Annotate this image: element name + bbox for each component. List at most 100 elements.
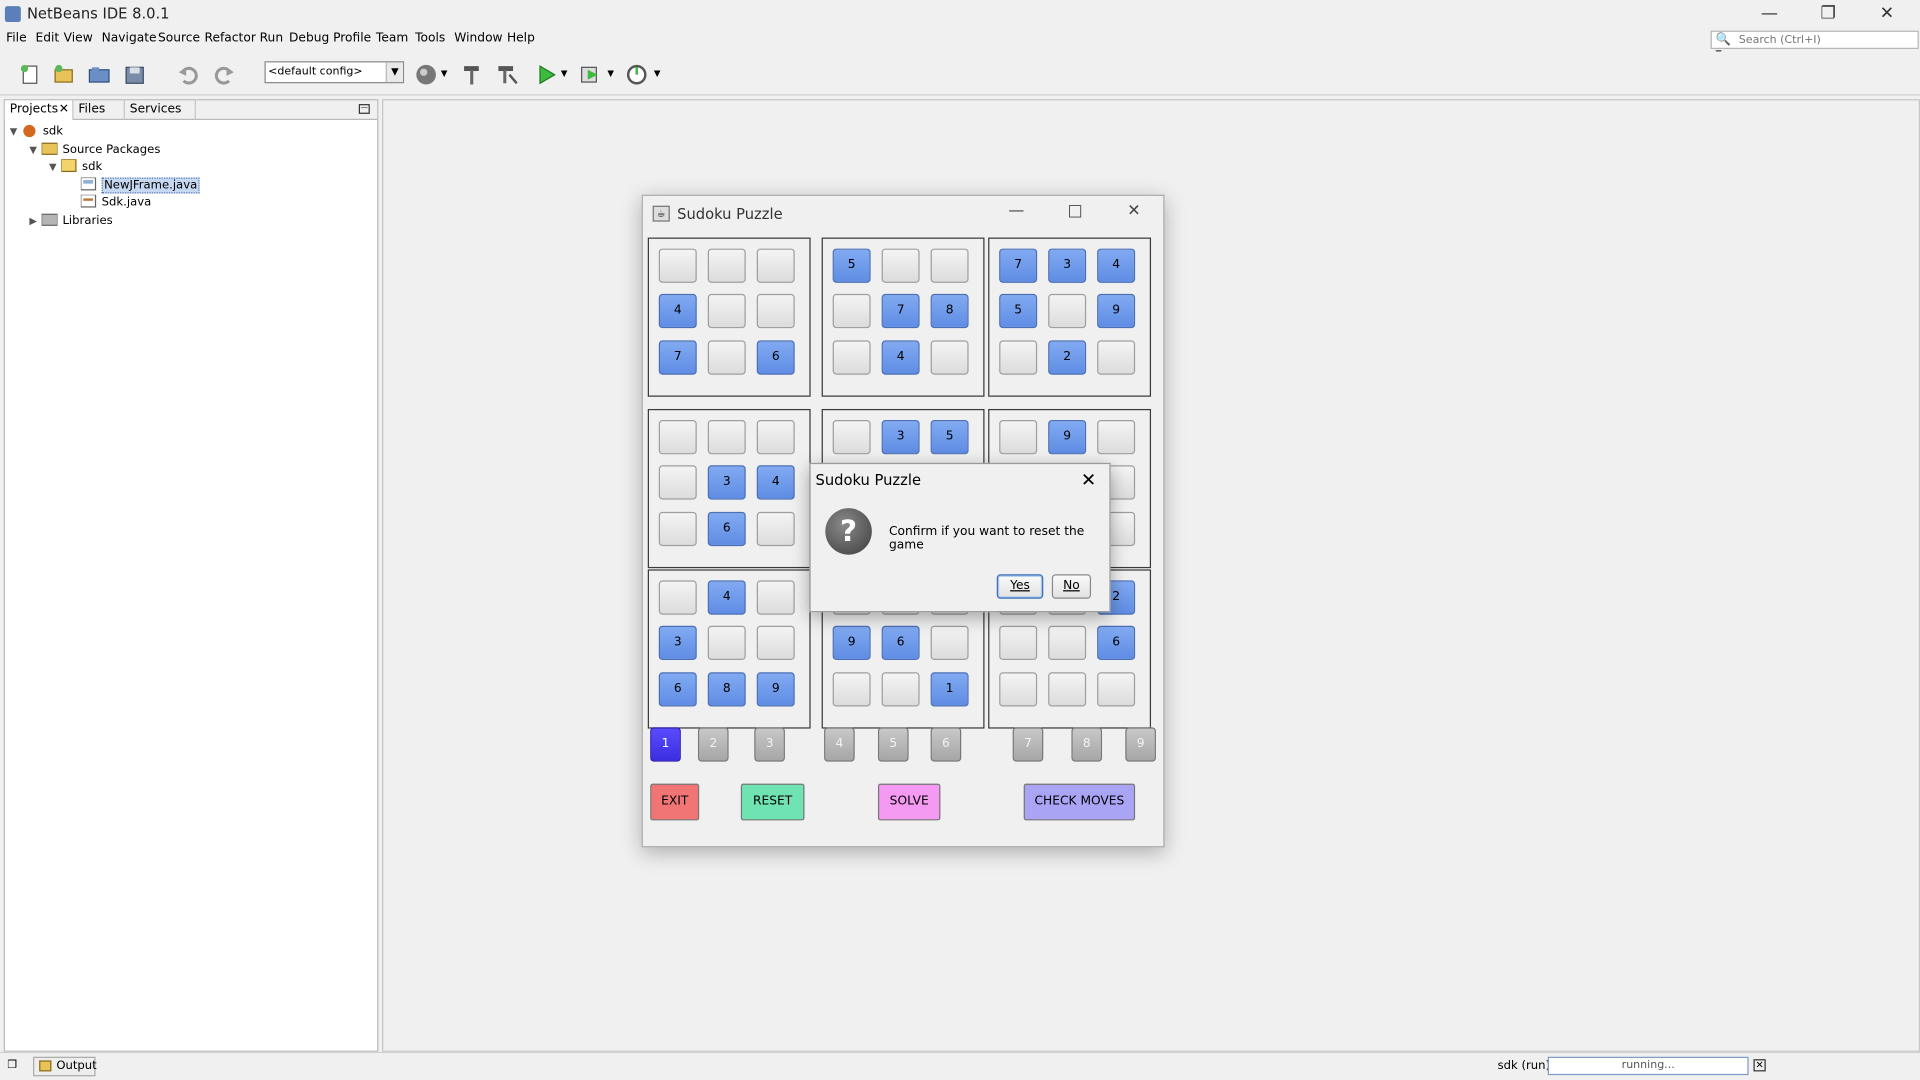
tab-files[interactable]: Files: [73, 100, 125, 121]
tree-node-newjframe[interactable]: NewJFrame.java: [80, 177, 200, 195]
sudoku-cell[interactable]: [658, 465, 697, 500]
sudoku-cell[interactable]: 5: [930, 420, 969, 455]
minimize-panel-icon[interactable]: —: [358, 104, 370, 114]
output-button[interactable]: Output: [33, 1056, 97, 1077]
sudoku-cell[interactable]: 7: [658, 340, 697, 375]
chevron-down-icon[interactable]: ▼: [385, 62, 403, 83]
run-progress-bar[interactable]: running...: [1547, 1056, 1749, 1076]
sudoku-cell[interactable]: 5: [832, 248, 871, 283]
sudoku-cell[interactable]: 3: [658, 625, 697, 661]
collapse-icon[interactable]: ▼: [10, 124, 22, 141]
tree-node-source-packages[interactable]: ▼ Source Packages: [29, 142, 160, 159]
profile-dropdown-icon[interactable]: ▼: [654, 69, 661, 79]
sudoku-cell[interactable]: 9: [1048, 420, 1087, 455]
maximize-output-icon[interactable]: ❐: [7, 1059, 17, 1071]
menu-tools[interactable]: Tools: [415, 32, 445, 45]
number-button-9[interactable]: 9: [1125, 727, 1156, 762]
sudoku-cell[interactable]: [832, 420, 871, 455]
sudoku-cell[interactable]: [707, 340, 746, 375]
dialog-close-button[interactable]: ✕: [1075, 467, 1102, 494]
sudoku-cell[interactable]: [756, 511, 795, 547]
quick-search-box[interactable]: 🔍▾: [1710, 30, 1919, 60]
menu-team[interactable]: Team: [376, 32, 408, 45]
cancel-task-icon[interactable]: ✕: [1753, 1059, 1766, 1072]
sudoku-cell[interactable]: 1: [930, 672, 969, 707]
sudoku-cell[interactable]: [930, 340, 969, 375]
sudoku-cell[interactable]: [881, 672, 920, 707]
sudoku-cell[interactable]: 9: [832, 625, 871, 661]
sudoku-cell[interactable]: [1097, 420, 1136, 455]
clean-build-icon[interactable]: [495, 62, 519, 86]
open-project-icon[interactable]: [87, 62, 111, 86]
sudoku-cell[interactable]: [658, 511, 697, 547]
menu-view[interactable]: View: [64, 32, 93, 45]
sudoku-cell[interactable]: 8: [707, 672, 746, 707]
sudoku-cell[interactable]: [1048, 293, 1087, 329]
profile-icon[interactable]: [624, 62, 648, 86]
number-button-5[interactable]: 5: [877, 727, 909, 762]
minimize-button[interactable]: —: [1741, 0, 1797, 29]
sudoku-cell[interactable]: [707, 420, 746, 455]
menu-help[interactable]: Help: [507, 32, 535, 45]
sudoku-cell[interactable]: 4: [881, 340, 920, 375]
sudoku-cell[interactable]: [832, 340, 871, 375]
tree-node-sdk-project[interactable]: ▼ sdk: [10, 124, 63, 141]
sudoku-cell[interactable]: 5: [999, 293, 1038, 329]
sudoku-cell[interactable]: [756, 293, 795, 329]
debug-icon[interactable]: [578, 62, 602, 86]
tab-projects[interactable]: Projects ✕: [4, 100, 74, 121]
sudoku-cell[interactable]: [756, 248, 795, 283]
tree-node-libraries[interactable]: ▶ Libraries: [29, 213, 113, 230]
sudoku-cell[interactable]: [1097, 672, 1136, 707]
search-icon[interactable]: 🔍▾: [1716, 33, 1736, 60]
sudoku-cell[interactable]: 9: [756, 672, 795, 707]
sudoku-cell[interactable]: [658, 420, 697, 455]
sudoku-cell[interactable]: [832, 672, 871, 707]
sudoku-minimize-button[interactable]: —: [1003, 202, 1030, 224]
solve-button[interactable]: SOLVE: [877, 783, 941, 821]
sudoku-cell[interactable]: 6: [658, 672, 697, 707]
collapse-icon[interactable]: ▼: [49, 159, 61, 176]
exit-button[interactable]: EXIT: [650, 783, 700, 821]
menu-run[interactable]: Run: [260, 32, 283, 45]
sudoku-cell[interactable]: 4: [707, 580, 746, 615]
sudoku-cell[interactable]: 8: [930, 293, 969, 329]
reset-button[interactable]: RESET: [740, 783, 805, 821]
restore-button[interactable]: ❐: [1800, 0, 1856, 29]
run-icon[interactable]: [534, 62, 558, 86]
menu-profile[interactable]: Profile: [333, 32, 371, 45]
sudoku-close-button[interactable]: ✕: [1120, 202, 1147, 224]
sudoku-cell[interactable]: 3: [881, 420, 920, 455]
sudoku-cell[interactable]: 7: [999, 248, 1038, 283]
no-button[interactable]: No: [1051, 574, 1092, 599]
menu-debug[interactable]: Debug: [289, 32, 329, 45]
sudoku-cell[interactable]: [832, 293, 871, 329]
run-dropdown-icon[interactable]: ▼: [561, 69, 568, 79]
sudoku-cell[interactable]: 4: [658, 293, 697, 329]
sudoku-cell[interactable]: 9: [1097, 293, 1136, 329]
sudoku-cell[interactable]: 3: [707, 465, 746, 500]
debug-dropdown-icon[interactable]: ▼: [607, 69, 614, 79]
sudoku-cell[interactable]: 6: [707, 511, 746, 547]
sudoku-cell[interactable]: 6: [756, 340, 795, 375]
sudoku-cell[interactable]: 3: [1048, 248, 1087, 283]
menu-navigate[interactable]: Navigate: [102, 32, 157, 45]
redo-icon[interactable]: [212, 62, 236, 86]
sudoku-cell[interactable]: 6: [881, 625, 920, 661]
sudoku-cell[interactable]: [756, 580, 795, 615]
sudoku-cell[interactable]: [930, 248, 969, 283]
sudoku-cell[interactable]: [707, 293, 746, 329]
search-input[interactable]: [1738, 31, 1916, 48]
globe-dropdown-icon[interactable]: ▼: [441, 69, 448, 79]
sudoku-cell[interactable]: [658, 248, 697, 283]
new-file-icon[interactable]: [17, 62, 41, 86]
check-moves-button[interactable]: CHECK MOVES: [1023, 783, 1136, 821]
menu-window[interactable]: Window: [454, 32, 502, 45]
sudoku-cell[interactable]: 2: [1048, 340, 1087, 375]
tree-node-sdk-package[interactable]: ▼ sdk: [49, 159, 102, 176]
sudoku-cell[interactable]: [1097, 340, 1136, 375]
number-button-1[interactable]: 1: [650, 727, 681, 762]
yes-button[interactable]: Yes: [996, 574, 1044, 599]
number-button-6[interactable]: 6: [930, 727, 962, 762]
sudoku-cell[interactable]: 6: [1097, 625, 1136, 661]
